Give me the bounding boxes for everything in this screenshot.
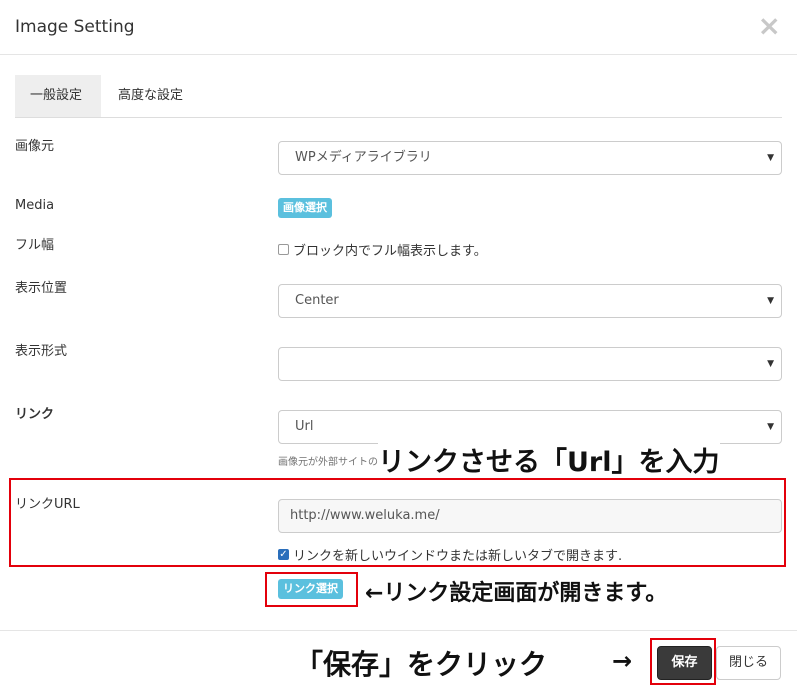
full-width-option: ブロック内でフル幅表示します。 (278, 240, 487, 259)
new-window-checkbox-label: リンクを新しいウインドウまたは新しいタブで開きます. (293, 549, 623, 564)
full-width-checkbox-label: ブロック内でフル幅表示します。 (293, 244, 487, 259)
dropdown-arrow-icon: ▼ (767, 153, 774, 163)
dialog-title: Image Setting (15, 17, 135, 37)
link-url-input[interactable]: http://www.weluka.me/ (278, 499, 782, 533)
annotation-link-select: ←リンク設定画面が開きます。 (365, 581, 668, 606)
link-select-button[interactable]: リンク選択 (278, 579, 343, 599)
dropdown-arrow-icon: ▼ (767, 296, 774, 306)
link-value: Url (295, 419, 314, 434)
full-width-checkbox[interactable] (278, 244, 289, 255)
source-label: 画像元 (15, 139, 55, 154)
format-label: 表示形式 (15, 344, 68, 359)
position-label: 表示位置 (15, 281, 68, 296)
dropdown-arrow-icon: ▼ (767, 359, 774, 369)
link-url-label: リンクURL (15, 497, 80, 512)
arrow-right-icon: → (612, 647, 633, 675)
select-image-button[interactable]: 画像選択 (278, 198, 332, 218)
link-label: リンク (15, 407, 55, 422)
close-button[interactable]: 閉じる (716, 646, 781, 680)
new-window-checkbox[interactable]: ✓ (278, 549, 289, 560)
media-label: Media (15, 198, 55, 213)
format-select[interactable]: ▼ (278, 347, 782, 381)
position-value: Center (295, 293, 339, 308)
save-button[interactable]: 保存 (657, 646, 712, 680)
tab-bar: 一般設定 高度な設定 (15, 75, 782, 118)
annotation-save: 「保存」をクリック (295, 648, 548, 681)
position-select[interactable]: Center ▼ (278, 284, 782, 318)
dialog-header: Image Setting × (0, 0, 797, 55)
dropdown-arrow-icon: ▼ (767, 422, 774, 432)
tab-advanced[interactable]: 高度な設定 (103, 75, 198, 117)
close-icon[interactable]: × (758, 12, 781, 40)
annotation-url-input: リンクさせる「Url」を入力 (378, 440, 720, 479)
link-select[interactable]: Url ▼ (278, 410, 782, 444)
full-width-label: フル幅 (15, 238, 55, 253)
source-value: WPメディアライブラリ (295, 150, 432, 165)
tab-general[interactable]: 一般設定 (15, 75, 101, 117)
new-window-option: ✓ リンクを新しいウインドウまたは新しいタブで開きます. (278, 545, 622, 564)
source-select[interactable]: WPメディアライブラリ ▼ (278, 141, 782, 175)
